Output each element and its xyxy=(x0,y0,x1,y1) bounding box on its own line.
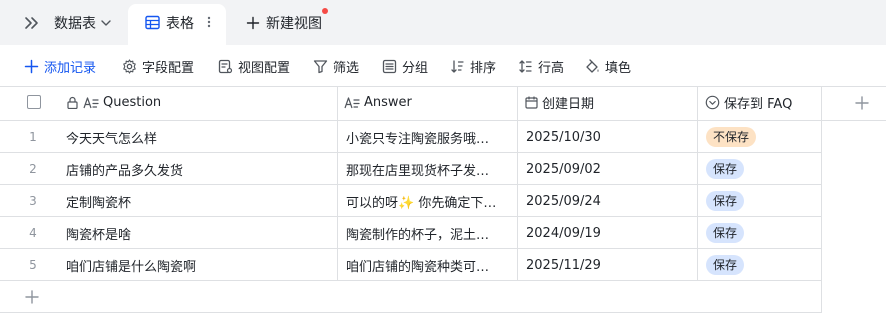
cell-save-faq[interactable]: 保存 xyxy=(706,217,816,249)
row-index: 3 xyxy=(29,194,37,208)
filter-icon xyxy=(313,59,328,73)
cell-save-faq[interactable]: 不保存 xyxy=(706,121,816,153)
cell-answer[interactable]: 咱们店铺的陶瓷种类可… xyxy=(346,249,510,281)
column-header-label: Answer xyxy=(364,95,412,110)
cell-question[interactable]: 定制陶瓷杯 xyxy=(66,185,336,217)
cell-created-date[interactable]: 2025/09/24 xyxy=(526,185,686,217)
row-index: 4 xyxy=(29,226,37,240)
cell-answer[interactable]: 陶瓷制作的杯子，泥土… xyxy=(346,217,510,249)
cell-save-faq[interactable]: 保存 xyxy=(706,185,816,217)
filter-label: 筛选 xyxy=(333,60,360,76)
expand-sidebar-icon[interactable] xyxy=(22,13,42,33)
text-field-icon xyxy=(344,97,360,109)
data-grid: Question Answer 创建日期 保存到 FAQ 1 今天天气怎么样 小… xyxy=(0,86,886,329)
row-height-button[interactable]: 行高 xyxy=(518,57,565,76)
select-all-checkbox[interactable] xyxy=(27,95,41,109)
view-config-button[interactable]: 视图配置 xyxy=(218,57,291,76)
faq-option-badge: 不保存 xyxy=(706,127,757,147)
answer-text: 咱们店铺的陶瓷种类可… xyxy=(346,259,490,275)
cell-created-date[interactable]: 2025/11/29 xyxy=(526,249,686,281)
table-row[interactable]: 3 定制陶瓷杯 可以的呀✨ 你先确定下… 2025/09/24 保存 xyxy=(0,185,822,217)
group-icon xyxy=(382,59,397,73)
row-index: 1 xyxy=(29,130,37,144)
plus-icon xyxy=(24,59,39,73)
chevron-down-icon xyxy=(100,17,112,29)
view-toolbar: 添加记录 字段配置 视图配置 筛选 分组 排序 行高 填色 xyxy=(0,45,886,87)
cell-answer[interactable]: 小瓷只专注陶瓷服务哦… xyxy=(346,121,510,153)
table-row[interactable]: 5 咱们店铺是什么陶瓷啊 咱们店铺的陶瓷种类可… 2025/11/29 保存 xyxy=(0,249,822,281)
answer-text: 可以的呀✨ 你先确定下… xyxy=(346,195,497,211)
faq-option-badge: 保存 xyxy=(706,255,745,275)
dataset-label: 数据表 xyxy=(54,16,96,32)
cell-question[interactable]: 陶瓷杯是啥 xyxy=(66,217,336,249)
answer-text: 小瓷只专注陶瓷服务哦… xyxy=(346,131,490,147)
group-label: 分组 xyxy=(402,60,429,76)
cell-save-faq[interactable]: 保存 xyxy=(706,153,816,185)
field-config-label: 字段配置 xyxy=(142,60,195,76)
dataset-dropdown[interactable]: 数据表 xyxy=(54,13,112,33)
cell-answer[interactable]: 可以的呀✨ 你先确定下… xyxy=(346,185,510,217)
field-config-button[interactable]: 字段配置 xyxy=(122,57,195,76)
column-header-label: Question xyxy=(103,95,162,110)
add-record-button[interactable]: 添加记录 xyxy=(24,57,97,76)
lock-icon xyxy=(67,96,78,109)
cell-created-date[interactable]: 2025/09/02 xyxy=(526,153,686,185)
row-index: 5 xyxy=(29,258,37,272)
notification-dot xyxy=(322,8,328,14)
new-view-label: 新建视图 xyxy=(266,16,322,32)
plus-icon xyxy=(246,16,260,30)
cell-save-faq[interactable]: 保存 xyxy=(706,249,816,281)
sort-label: 排序 xyxy=(470,60,497,76)
cell-question[interactable]: 今天天气怎么样 xyxy=(66,121,336,153)
gear-icon xyxy=(123,58,136,74)
row-height-icon xyxy=(519,59,532,73)
cell-created-date[interactable]: 2025/10/30 xyxy=(526,121,686,153)
column-header-question[interactable]: Question xyxy=(66,86,161,119)
faq-option-badge: 保存 xyxy=(706,223,745,243)
column-header-created-date[interactable]: 创建日期 xyxy=(525,86,594,119)
fill-color-label: 填色 xyxy=(605,60,632,76)
column-header-answer[interactable]: Answer xyxy=(344,86,412,119)
cell-created-date[interactable]: 2024/09/19 xyxy=(526,217,686,249)
single-select-icon xyxy=(705,95,720,110)
sort-icon xyxy=(451,59,464,73)
calendar-icon xyxy=(525,96,538,109)
text-field-icon xyxy=(83,97,99,109)
add-row-border xyxy=(0,312,822,313)
table-row[interactable]: 1 今天天气怎么样 小瓷只专注陶瓷服务哦… 2025/10/30 不保存 xyxy=(0,121,822,153)
more-vertical-icon[interactable] xyxy=(204,14,214,30)
table-grid-icon xyxy=(145,15,160,30)
add-row-icon[interactable] xyxy=(24,289,40,305)
cell-question[interactable]: 店铺的产品多久发货 xyxy=(66,153,336,185)
row-index: 2 xyxy=(29,162,37,176)
tab-grid-label: 表格 xyxy=(166,16,194,32)
cell-question[interactable]: 咱们店铺是什么陶瓷啊 xyxy=(66,249,336,281)
cell-answer[interactable]: 那现在店里现货杯子发… xyxy=(346,153,510,185)
view-settings-icon xyxy=(218,59,233,73)
view-config-label: 视图配置 xyxy=(238,60,291,76)
answer-text: 那现在店里现货杯子发… xyxy=(346,163,490,179)
view-tab-bar: 数据表 表格 新建视图 xyxy=(0,0,886,45)
row-height-label: 行高 xyxy=(538,60,565,76)
paint-bucket-icon xyxy=(586,58,599,73)
add-column-icon[interactable] xyxy=(854,95,870,111)
column-header-label: 创建日期 xyxy=(542,97,595,112)
answer-text: 陶瓷制作的杯子，泥土… xyxy=(346,227,490,243)
tab-grid-view[interactable]: 表格 xyxy=(128,4,226,45)
fill-color-button[interactable]: 填色 xyxy=(585,57,632,76)
add-record-label: 添加记录 xyxy=(44,60,97,76)
faq-option-badge: 保存 xyxy=(706,159,745,179)
table-row[interactable]: 2 店铺的产品多久发货 那现在店里现货杯子发… 2025/09/02 保存 xyxy=(0,153,822,185)
faq-option-badge: 保存 xyxy=(706,191,745,211)
sort-button[interactable]: 排序 xyxy=(450,57,497,76)
column-header-save-faq[interactable]: 保存到 FAQ xyxy=(705,86,792,119)
new-view-button[interactable]: 新建视图 xyxy=(246,13,322,33)
group-button[interactable]: 分组 xyxy=(382,57,429,76)
table-row[interactable]: 4 陶瓷杯是啥 陶瓷制作的杯子，泥土… 2024/09/19 保存 xyxy=(0,217,822,249)
filter-button[interactable]: 筛选 xyxy=(313,57,360,76)
column-header-label: 保存到 FAQ xyxy=(724,97,793,112)
